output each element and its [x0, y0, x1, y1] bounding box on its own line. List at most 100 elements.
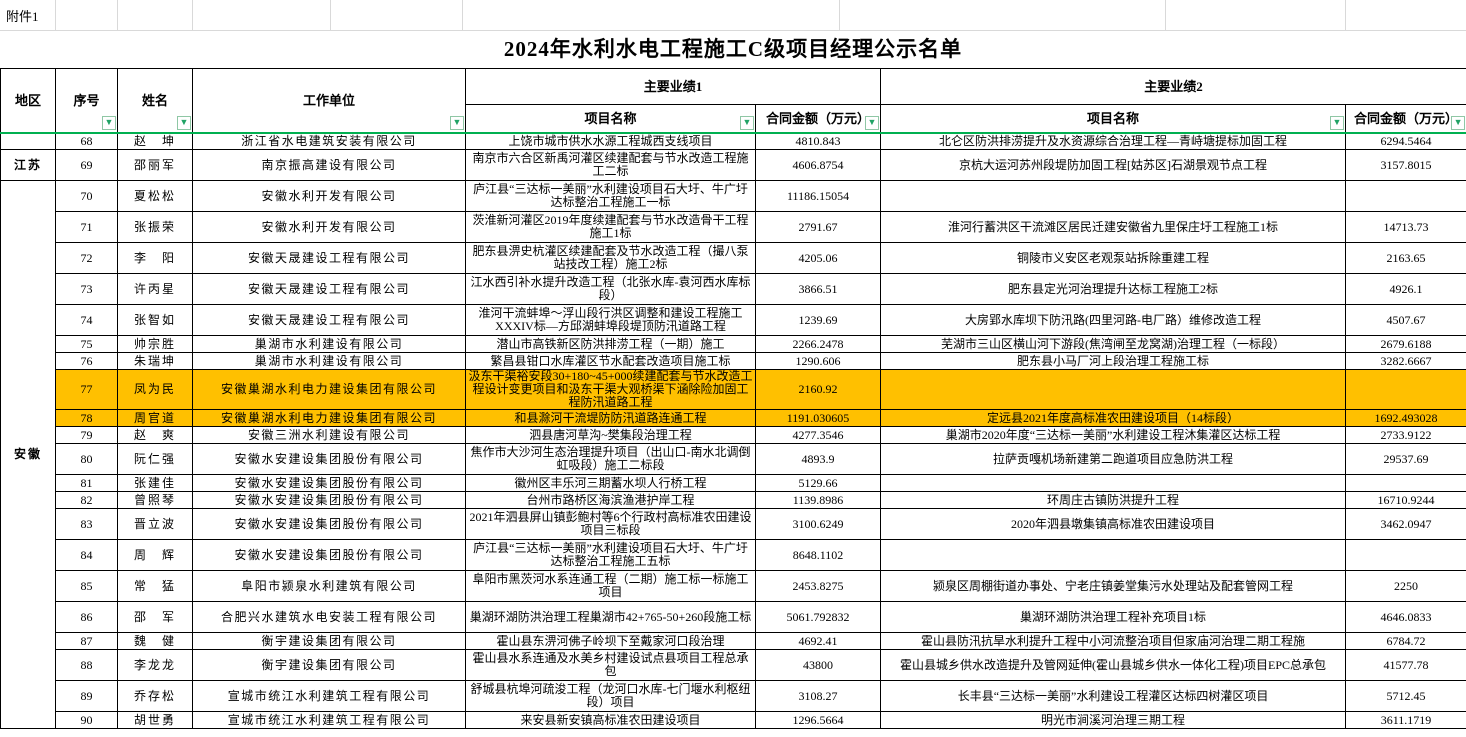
amount1-cell[interactable]: 8648.1102 [756, 540, 881, 571]
filter-dropdown-icon[interactable]: ▼ [102, 116, 116, 130]
amount1-cell[interactable]: 4606.8754 [756, 150, 881, 181]
amount1-cell[interactable]: 2791.67 [756, 212, 881, 243]
company-cell[interactable]: 宣城市统江水利建筑工程有限公司 [193, 681, 466, 712]
company-cell[interactable]: 安徽三洲水利建设有限公司 [193, 427, 466, 444]
name-cell[interactable]: 周 辉 [118, 540, 193, 571]
amount2-cell[interactable]: 14713.73 [1346, 212, 1466, 243]
project2-cell[interactable]: 铜陵市义安区老观泵站拆除重建工程 [881, 243, 1346, 274]
project2-cell[interactable]: 肥东县定光河治理提升达标工程施工2标 [881, 274, 1346, 305]
row-number-cell[interactable]: 75 [56, 336, 118, 353]
project1-cell[interactable]: 台州市路桥区海滨渔港护岸工程 [466, 492, 756, 509]
row-number-cell[interactable]: 70 [56, 181, 118, 212]
amount1-cell[interactable]: 3866.51 [756, 274, 881, 305]
filter-dropdown-icon[interactable]: ▼ [740, 116, 754, 130]
row-number-cell[interactable]: 90 [56, 712, 118, 729]
name-cell[interactable]: 张建佳 [118, 475, 193, 492]
company-cell[interactable]: 巢湖市水利建设有限公司 [193, 353, 466, 370]
project1-cell[interactable]: 阜阳市黑茨河水系连通工程（二期）施工标一标施工项目 [466, 571, 756, 602]
amount2-cell[interactable] [1346, 540, 1466, 571]
amount1-cell[interactable]: 5061.792832 [756, 602, 881, 633]
header-project2[interactable]: 项目名称 ▼ [881, 105, 1346, 133]
project1-cell[interactable]: 江水西引补水提升改造工程（北张水库-袁河西水库标段） [466, 274, 756, 305]
amount2-cell[interactable]: 6784.72 [1346, 633, 1466, 650]
project2-cell[interactable] [881, 181, 1346, 212]
amount1-cell[interactable]: 3108.27 [756, 681, 881, 712]
project2-cell[interactable]: 肥东县小马厂河上段治理工程施工标 [881, 353, 1346, 370]
name-cell[interactable]: 张智如 [118, 305, 193, 336]
amount2-cell[interactable]: 2250 [1346, 571, 1466, 602]
company-cell[interactable]: 安徽巢湖水利电力建设集团有限公司 [193, 410, 466, 427]
name-cell[interactable]: 张振荣 [118, 212, 193, 243]
name-cell[interactable]: 曾照琴 [118, 492, 193, 509]
amount2-cell[interactable]: 5712.45 [1346, 681, 1466, 712]
amount2-cell[interactable]: 3282.6667 [1346, 353, 1466, 370]
row-number-cell[interactable]: 87 [56, 633, 118, 650]
amount1-cell[interactable]: 43800 [756, 650, 881, 681]
filter-dropdown-icon[interactable]: ▼ [1451, 116, 1465, 130]
name-cell[interactable]: 李 阳 [118, 243, 193, 274]
amount2-cell[interactable]: 6294.5464 [1346, 133, 1466, 150]
amount1-cell[interactable]: 4205.06 [756, 243, 881, 274]
amount2-cell[interactable]: 1692.493028 [1346, 410, 1466, 427]
project2-cell[interactable]: 北仑区防洪排涝提升及水资源综合治理工程—青峙塘提标加固工程 [881, 133, 1346, 150]
company-cell[interactable]: 安徽天晟建设工程有限公司 [193, 243, 466, 274]
company-cell[interactable]: 安徽水安建设集团股份有限公司 [193, 492, 466, 509]
row-number-cell[interactable]: 80 [56, 444, 118, 475]
project2-cell[interactable]: 霍山县防汛抗旱水利提升工程中小河流整治项目但家庙河治理二期工程施 [881, 633, 1346, 650]
project1-cell[interactable]: 巢湖环湖防洪治理工程巢湖市42+765-50+260段施工标 [466, 602, 756, 633]
region-cell[interactable]: 江苏 [1, 150, 56, 181]
amount2-cell[interactable]: 2163.65 [1346, 243, 1466, 274]
row-number-cell[interactable]: 78 [56, 410, 118, 427]
amount2-cell[interactable]: 29537.69 [1346, 444, 1466, 475]
amount2-cell[interactable]: 2733.9122 [1346, 427, 1466, 444]
header-name[interactable]: 姓名 ▼ [118, 69, 193, 133]
name-cell[interactable]: 凤为民 [118, 370, 193, 410]
company-cell[interactable]: 安徽水安建设集团股份有限公司 [193, 444, 466, 475]
project1-cell[interactable]: 淮河干流蚌埠～浮山段行洪区调整和建设工程施工XXXIV标—方邱湖蚌埠段堤顶防汛道… [466, 305, 756, 336]
project2-cell[interactable]: 芜湖市三山区横山河下游段(焦湾闸至龙窝湖)治理工程（一标段） [881, 336, 1346, 353]
project2-cell[interactable]: 环周庄古镇防洪提升工程 [881, 492, 1346, 509]
company-cell[interactable]: 南京振高建设有限公司 [193, 150, 466, 181]
name-cell[interactable]: 邵 军 [118, 602, 193, 633]
header-performance2[interactable]: 主要业绩2 [881, 69, 1466, 105]
amount1-cell[interactable]: 4277.3546 [756, 427, 881, 444]
project1-cell[interactable]: 霍山县东淠河佛子岭坝下至戴家河口段治理 [466, 633, 756, 650]
region-cell[interactable]: 安徽 [1, 181, 56, 729]
name-cell[interactable]: 夏松松 [118, 181, 193, 212]
amount1-cell[interactable]: 2160.92 [756, 370, 881, 410]
amount2-cell[interactable] [1346, 370, 1466, 410]
amount1-cell[interactable]: 4692.41 [756, 633, 881, 650]
name-cell[interactable]: 帅宗胜 [118, 336, 193, 353]
company-cell[interactable]: 安徽水利开发有限公司 [193, 212, 466, 243]
project2-cell[interactable] [881, 540, 1346, 571]
row-number-cell[interactable]: 69 [56, 150, 118, 181]
amount2-cell[interactable]: 4507.67 [1346, 305, 1466, 336]
company-cell[interactable]: 安徽水安建设集团股份有限公司 [193, 540, 466, 571]
project2-cell[interactable] [881, 475, 1346, 492]
amount2-cell[interactable]: 3611.1719 [1346, 712, 1466, 729]
project1-cell[interactable]: 来安县新安镇高标准农田建设项目 [466, 712, 756, 729]
project1-cell[interactable]: 霍山县水系连通及水美乡村建设试点县项目工程总承包 [466, 650, 756, 681]
name-cell[interactable]: 许丙星 [118, 274, 193, 305]
row-number-cell[interactable]: 76 [56, 353, 118, 370]
amount2-cell[interactable]: 4926.1 [1346, 274, 1466, 305]
project1-cell[interactable]: 舒城县杭埠河疏浚工程（龙河口水库-七门堰水利枢纽段）项目 [466, 681, 756, 712]
company-cell[interactable]: 浙江省水电建筑安装有限公司 [193, 133, 466, 150]
project1-cell[interactable]: 庐江县“三达标一美丽”水利建设项目石大圩、牛广圩达标整治工程施工一标 [466, 181, 756, 212]
project1-cell[interactable]: 和县滁河干流堤防防汛道路连通工程 [466, 410, 756, 427]
project2-cell[interactable]: 淮河行蓄洪区干流滩区居民迁建安徽省九里保庄圩工程施工1标 [881, 212, 1346, 243]
row-number-cell[interactable]: 86 [56, 602, 118, 633]
project1-cell[interactable]: 徽州区丰乐河三期蓄水坝人行桥工程 [466, 475, 756, 492]
amount2-cell[interactable] [1346, 181, 1466, 212]
name-cell[interactable]: 乔存松 [118, 681, 193, 712]
project1-cell[interactable]: 焦作市大沙河生态治理提升项目（出山口-南水北调倒虹吸段）施工二标段 [466, 444, 756, 475]
amount1-cell[interactable]: 1139.8986 [756, 492, 881, 509]
header-region[interactable]: 地区 [1, 69, 56, 133]
row-number-cell[interactable]: 84 [56, 540, 118, 571]
project1-cell[interactable]: 茨淮新河灌区2019年度续建配套与节水改造骨干工程施工1标 [466, 212, 756, 243]
project2-cell[interactable]: 颍泉区周棚街道办事处、宁老庄镇姜堂集污水处理站及配套管网工程 [881, 571, 1346, 602]
header-amount1[interactable]: 合同金额（万元） ▼ [756, 105, 881, 133]
company-cell[interactable]: 安徽巢湖水利电力建设集团有限公司 [193, 370, 466, 410]
region-cell[interactable] [1, 133, 56, 150]
project1-cell[interactable]: 泗县唐河草沟~樊集段治理工程 [466, 427, 756, 444]
